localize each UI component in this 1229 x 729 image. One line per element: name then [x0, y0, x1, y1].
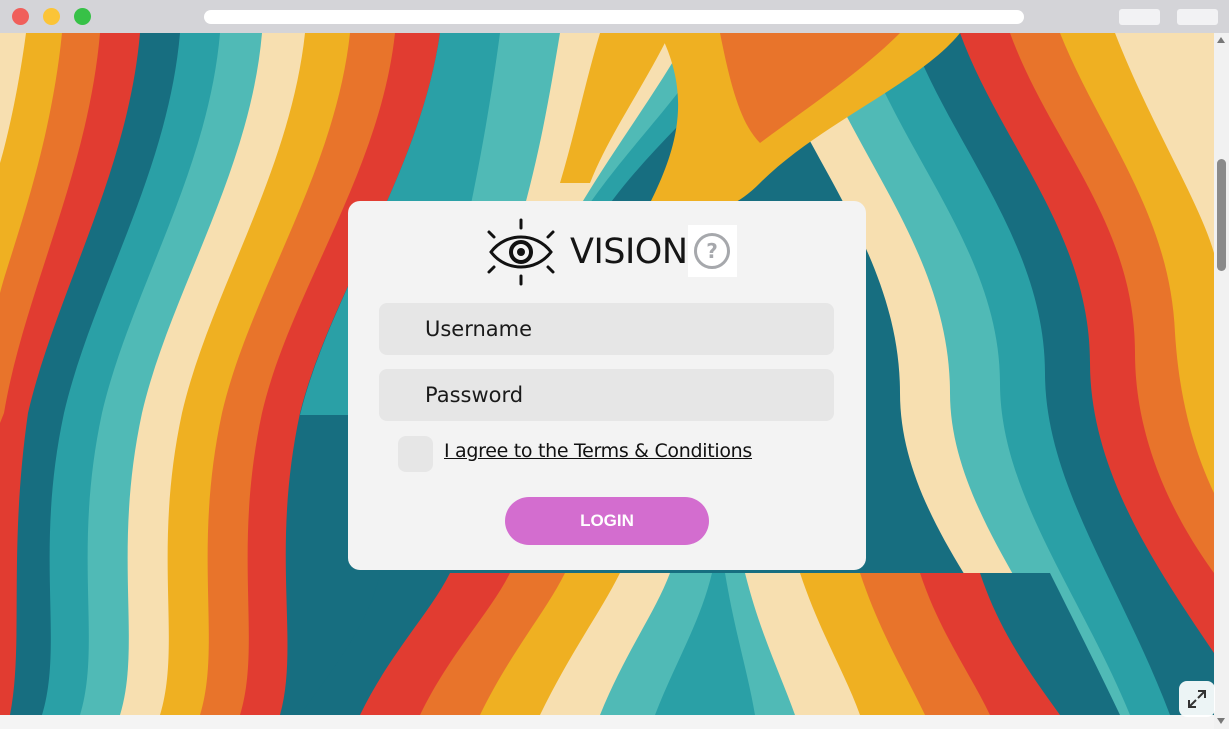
login-button[interactable]: LOGIN [505, 497, 709, 545]
toolbar-button[interactable] [1119, 9, 1160, 25]
scroll-down-arrow-icon[interactable] [1217, 718, 1225, 724]
window-minimize-button[interactable] [43, 8, 60, 25]
password-input[interactable] [379, 369, 834, 421]
terms-link[interactable]: I agree to the Terms & Conditions [444, 440, 752, 462]
help-button[interactable]: ? [688, 225, 737, 277]
window-maximize-button[interactable] [74, 8, 91, 25]
browser-toolbar [0, 0, 1229, 33]
fullscreen-button[interactable] [1179, 681, 1215, 717]
window-close-button[interactable] [12, 8, 29, 25]
username-field[interactable] [379, 303, 834, 355]
username-input[interactable] [379, 303, 834, 355]
page-footer-strip [0, 715, 1214, 729]
address-bar[interactable] [204, 10, 1024, 24]
terms-checkbox[interactable] [398, 436, 433, 472]
eye-icon [487, 218, 555, 286]
brand-title: VISION [570, 232, 688, 272]
expand-arrows-icon [1188, 690, 1206, 708]
scroll-thumb[interactable] [1217, 159, 1226, 271]
question-circle-icon: ? [694, 233, 730, 269]
scroll-up-arrow-icon[interactable] [1217, 37, 1225, 43]
toolbar-button[interactable] [1177, 9, 1218, 25]
vertical-scrollbar[interactable] [1214, 33, 1229, 729]
password-field[interactable] [379, 369, 834, 421]
